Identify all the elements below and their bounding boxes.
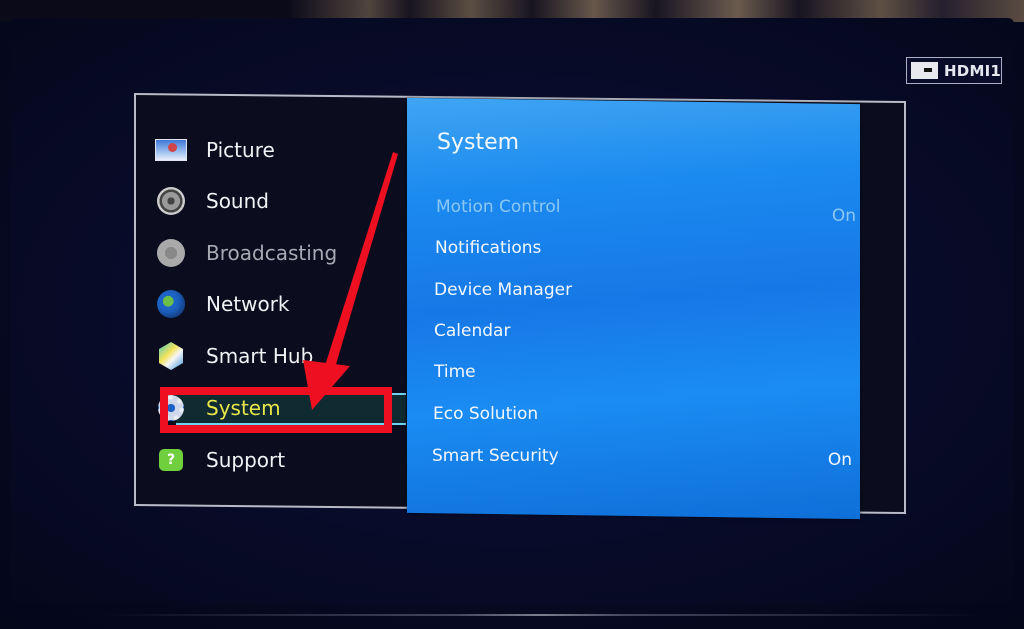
annotation-highlight-box — [160, 387, 392, 433]
submenu-item-time[interactable]: Time — [434, 362, 854, 382]
menu-item-smart-hub[interactable]: Smart Hub — [154, 336, 313, 376]
menu-item-label: Picture — [206, 138, 275, 162]
submenu-title: System — [437, 130, 520, 155]
help-bubble-icon: ? — [159, 449, 183, 471]
menu-item-broadcasting[interactable]: Broadcasting — [154, 233, 337, 273]
submenu-item-label: Eco Solution — [433, 404, 539, 424]
menu-item-label: Broadcasting — [206, 241, 338, 265]
menu-item-network[interactable]: Network — [154, 284, 290, 324]
submenu-item-eco-solution[interactable]: Eco Solution — [433, 404, 853, 424]
submenu-item-device-manager[interactable]: Device Manager — [434, 280, 854, 300]
menu-item-sound[interactable]: Sound — [154, 181, 269, 221]
submenu-item-label: Time — [434, 362, 476, 382]
menu-item-support[interactable]: ? Support — [154, 440, 285, 480]
input-source-badge: HDMI1 — [906, 57, 1002, 84]
submenu-item-notifications[interactable]: Notifications — [435, 238, 855, 258]
input-source-label: HDMI1 — [944, 61, 1001, 80]
tv-bezel-reflection — [100, 614, 980, 616]
submenu-item-label: Motion Control — [436, 197, 561, 217]
speaker-icon — [157, 187, 185, 215]
satellite-dish-icon — [157, 239, 185, 267]
submenu-item-label: Calendar — [434, 321, 511, 341]
hdmi-port-icon — [911, 62, 939, 79]
menu-item-picture[interactable]: Picture — [154, 130, 275, 170]
menu-item-label: Sound — [206, 189, 269, 213]
cube-icon — [159, 342, 183, 370]
menu-item-label: Smart Hub — [206, 344, 314, 368]
globe-icon — [157, 290, 185, 318]
menu-item-label: Support — [206, 448, 286, 472]
submenu-item-label: Device Manager — [434, 280, 573, 300]
picture-icon — [156, 140, 186, 160]
submenu-item-calendar[interactable]: Calendar — [434, 321, 854, 341]
submenu-item-label: Notifications — [435, 238, 542, 258]
submenu-item-label: Smart Security — [432, 446, 559, 466]
menu-item-label: Network — [206, 292, 290, 316]
submenu-item-motion-control[interactable]: Motion Control On — [436, 197, 856, 226]
submenu-item-value: On — [831, 206, 856, 226]
submenu-item-smart-security[interactable]: Smart Security On — [432, 446, 852, 470]
submenu-item-value: On — [827, 450, 852, 470]
